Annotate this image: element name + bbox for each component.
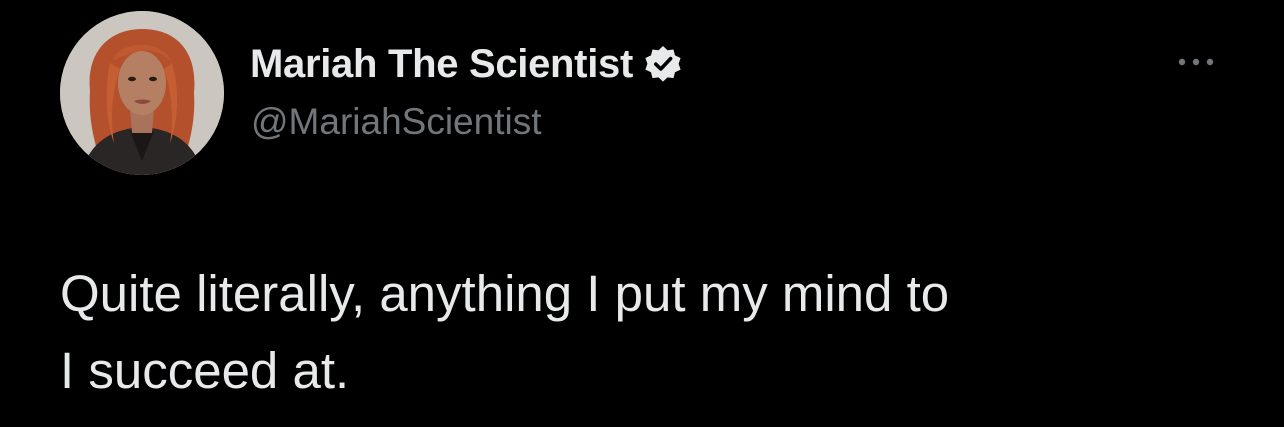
verified-badge-icon xyxy=(643,44,683,84)
avatar[interactable] xyxy=(60,11,224,175)
profile-photo-icon xyxy=(60,11,224,175)
more-options-icon xyxy=(1178,58,1214,66)
more-options-button[interactable] xyxy=(1168,44,1224,80)
tweet-card: Mariah The Scientist @MariahScientist Qu… xyxy=(0,0,1284,427)
tweet-text: Quite literally, anything I put my mind … xyxy=(60,265,950,399)
author-handle[interactable]: @MariahScientist xyxy=(251,101,542,143)
author-name-row: Mariah The Scientist xyxy=(250,38,683,90)
author-display-name[interactable]: Mariah The Scientist xyxy=(250,42,633,87)
